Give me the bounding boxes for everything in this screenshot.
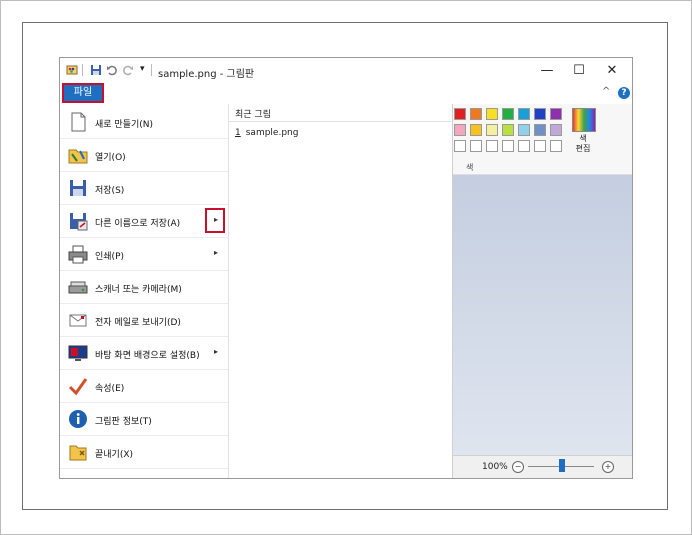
file-menu-item-label: 인쇄(P) xyxy=(95,252,125,262)
divider xyxy=(229,121,451,122)
color-swatch[interactable] xyxy=(518,108,530,120)
file-menu-item[interactable]: 다른 이름으로 저장(A) ▸ xyxy=(60,205,228,238)
exit-icon xyxy=(69,445,87,461)
desktop-background-icon xyxy=(68,345,88,361)
checkmark-icon xyxy=(68,378,88,396)
color-swatch[interactable] xyxy=(550,108,562,120)
zoom-level: 100% xyxy=(482,462,508,472)
printer-icon xyxy=(68,245,88,264)
info-icon xyxy=(69,410,87,428)
color-swatch[interactable] xyxy=(534,124,546,136)
file-menu-item[interactable]: 끝내기(X) xyxy=(60,436,228,469)
color-swatch[interactable] xyxy=(502,108,514,120)
recent-pictures-panel: 최근 그림 1 sample.png xyxy=(229,104,451,478)
edit-colors-label: 색 편집 xyxy=(575,134,591,153)
undo-icon[interactable] xyxy=(106,64,118,76)
minimize-button[interactable]: — xyxy=(532,61,562,81)
color-swatch[interactable] xyxy=(454,124,466,136)
email-icon xyxy=(69,314,87,327)
color-swatch[interactable] xyxy=(550,140,562,152)
highlight-annotation-box xyxy=(205,208,225,233)
file-menu-item-label: 전자 메일로 보내기(D) xyxy=(95,318,181,328)
color-swatch[interactable] xyxy=(534,108,546,120)
file-menu-item[interactable]: 전자 메일로 보내기(D) xyxy=(60,304,228,337)
file-menu-item-label: 새로 만들기(N) xyxy=(95,120,154,130)
window-title: sample.png - 그림판 xyxy=(158,69,255,80)
paint-app-icon[interactable] xyxy=(66,64,78,76)
ribbon-collapse-icon[interactable]: ^ xyxy=(602,86,610,97)
color-swatch[interactable] xyxy=(486,108,498,120)
maximize-button[interactable]: ☐ xyxy=(564,61,594,81)
color-swatch[interactable] xyxy=(486,140,498,152)
separator xyxy=(82,64,83,76)
edit-colors-button[interactable]: 색 편집 xyxy=(572,108,596,154)
file-menu-item[interactable]: 새로 만들기(N) xyxy=(60,106,228,139)
close-button[interactable]: ✕ xyxy=(597,61,627,81)
file-menu-item[interactable]: 스캐너 또는 카메라(M) xyxy=(60,271,228,304)
paint-window: ▾ sample.png - 그림판 — ☐ ✕ 파일 ^ ? 색 색 편집 1… xyxy=(59,57,633,479)
help-icon[interactable]: ? xyxy=(618,87,630,99)
recent-item-number: 1 xyxy=(235,128,241,138)
colors-group-label: 색 xyxy=(466,163,474,172)
file-menu-item-label: 스캐너 또는 카메라(M) xyxy=(95,285,182,295)
redo-icon[interactable] xyxy=(122,64,134,76)
new-document-icon xyxy=(71,112,86,132)
zoom-in-button[interactable]: + xyxy=(602,461,614,473)
file-menu: 새로 만들기(N) 열기(O) 저장(S) 다른 이름으로 저장(A) ▸ 인쇄(P) ▸ 스… xyxy=(60,104,453,478)
customize-quick-access-icon[interactable]: ▾ xyxy=(140,64,145,74)
file-menu-item-label: 열기(O) xyxy=(95,153,126,163)
recent-pictures-heading: 최근 그림 xyxy=(235,110,271,120)
file-menu-item[interactable]: 속성(E) xyxy=(60,370,228,403)
submenu-arrow-icon[interactable]: ▸ xyxy=(214,347,218,356)
file-menu-items: 새로 만들기(N) 열기(O) 저장(S) 다른 이름으로 저장(A) ▸ 인쇄(P) ▸ 스… xyxy=(60,104,229,478)
colors-ribbon-group: 색 색 편집 xyxy=(452,104,632,175)
color-swatch[interactable] xyxy=(518,124,530,136)
zoom-out-button[interactable]: − xyxy=(512,461,524,473)
color-swatch[interactable] xyxy=(470,124,482,136)
color-swatch[interactable] xyxy=(534,140,546,152)
color-swatch[interactable] xyxy=(502,140,514,152)
title-bar: ▾ sample.png - 그림판 — ☐ ✕ xyxy=(60,58,632,84)
edit-colors-icon xyxy=(572,108,596,132)
color-swatch[interactable] xyxy=(454,108,466,120)
save-as-icon xyxy=(70,213,88,231)
file-menu-item-label: 바탕 화면 배경으로 설정(B) xyxy=(95,351,200,361)
color-swatch[interactable] xyxy=(486,124,498,136)
save-icon[interactable] xyxy=(90,64,102,76)
file-menu-item[interactable]: 저장(S) xyxy=(60,172,228,205)
color-swatch[interactable] xyxy=(550,124,562,136)
status-bar: 100% − + xyxy=(452,455,632,478)
file-menu-item-label: 다른 이름으로 저장(A) xyxy=(95,219,181,229)
file-menu-item-label: 저장(S) xyxy=(95,186,125,196)
recent-item-name: sample.png xyxy=(245,128,299,138)
file-menu-item[interactable]: 열기(O) xyxy=(60,139,228,172)
file-menu-item-label: 끝내기(X) xyxy=(95,450,134,460)
open-folder-icon xyxy=(68,149,88,164)
file-menu-item[interactable]: 그림판 정보(T) xyxy=(60,403,228,436)
separator xyxy=(151,64,152,76)
color-swatch[interactable] xyxy=(470,140,482,152)
zoom-slider-thumb[interactable] xyxy=(559,459,565,472)
color-swatch[interactable] xyxy=(502,124,514,136)
file-tab[interactable]: 파일 xyxy=(62,83,104,103)
color-swatch[interactable] xyxy=(518,140,530,152)
ribbon-tab-bar: 파일 ^ ? xyxy=(60,83,632,105)
submenu-arrow-icon[interactable]: ▸ xyxy=(214,248,218,257)
file-menu-item-label: 속성(E) xyxy=(95,384,125,394)
scanner-icon xyxy=(68,281,88,294)
color-swatch[interactable] xyxy=(454,140,466,152)
canvas-area[interactable] xyxy=(452,175,632,455)
file-menu-item[interactable]: 바탕 화면 배경으로 설정(B) ▸ xyxy=(60,337,228,370)
color-swatch[interactable] xyxy=(470,108,482,120)
save-disk-icon xyxy=(70,180,86,196)
file-menu-item-label: 그림판 정보(T) xyxy=(95,417,152,427)
recent-item[interactable]: 1 sample.png xyxy=(235,128,298,138)
file-menu-item[interactable]: 인쇄(P) ▸ xyxy=(60,238,228,271)
